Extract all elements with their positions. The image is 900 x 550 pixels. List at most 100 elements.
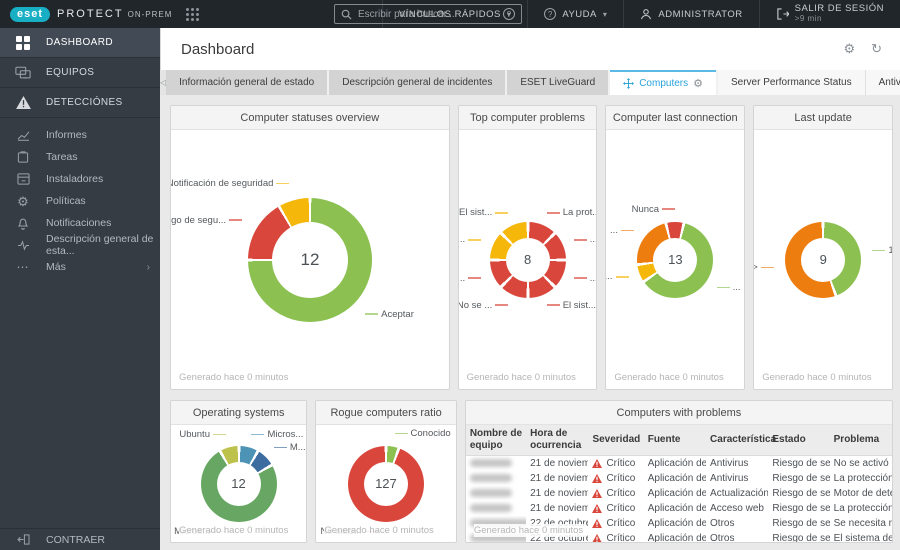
panel-title[interactable]: Last update — [754, 106, 892, 130]
tab-informacion-general[interactable]: Información general de estado — [166, 70, 328, 95]
sidebar-item-descripcion-general[interactable]: Descripción general de esta... — [0, 233, 160, 257]
donut-total: 9 — [801, 237, 846, 282]
sidebar-item-tareas[interactable]: Tareas — [0, 146, 160, 168]
tab-descripcion-incidentes[interactable]: Descripción general de incidentes — [329, 70, 506, 95]
slice-label: ... — [459, 273, 482, 284]
slice-label: ... — [573, 234, 596, 245]
product-edition: ON-PREM — [127, 9, 173, 19]
sidebar-item-dashboard[interactable]: DASHBOARD — [0, 28, 160, 58]
panel-title[interactable]: Computer last connection — [606, 106, 745, 130]
tab-settings-icon[interactable]: ⚙ — [693, 77, 703, 90]
generated-timestamp: Generado hace 0 minutos — [179, 371, 292, 384]
search-input[interactable] — [358, 8, 503, 20]
table-row[interactable]: 21 de noviemb...CríticoAplicación de s..… — [466, 501, 892, 516]
panel-title[interactable]: Computer statuses overview — [171, 106, 449, 130]
column-header[interactable]: Problema — [829, 425, 892, 456]
slice-label: Conocido — [394, 428, 451, 439]
column-header[interactable]: Estado — [768, 425, 830, 456]
search-icon — [341, 9, 352, 20]
generated-timestamp: Generado hace 0 minutos — [473, 524, 587, 537]
dashboard-settings-icon[interactable]: ⚙ — [843, 41, 855, 57]
slice-label: M... — [273, 442, 306, 453]
donut-chart-last-connection[interactable]: 13 Nunca... 1...... — [606, 130, 744, 389]
slice-label: ... — [716, 282, 741, 293]
slice-label: > — [754, 262, 774, 273]
sidebar-item-informes[interactable]: Informes — [0, 124, 160, 146]
tab-eset-liveguard[interactable]: ESET LiveGuard — [507, 70, 609, 95]
sidebar-item-politicas[interactable]: ⚙ Políticas — [0, 190, 160, 212]
critical-icon — [592, 489, 603, 498]
user-menu[interactable]: ADMINISTRATOR — [623, 0, 758, 28]
panel-title[interactable]: Operating systems — [171, 401, 307, 425]
column-header[interactable]: Característica — [706, 425, 776, 456]
policies-gear-icon: ⚙ — [17, 193, 29, 209]
slice-label: 1... — [606, 271, 629, 282]
donut-chart-last-update[interactable]: 9 1 > — [754, 130, 892, 389]
critical-icon — [592, 534, 602, 542]
logout-button[interactable]: SALIR DE SESIÓN >9 min — [758, 0, 900, 28]
slice-label: La prot... — [546, 207, 596, 218]
dashboard-icon — [0, 35, 46, 50]
tab-antivirus-detections[interactable]: Antivirus detections — [865, 70, 900, 95]
slice-label: Notificación de seguridad — [171, 178, 290, 189]
generated-timestamp: Generado hace 0 minutos — [466, 371, 579, 384]
generated-timestamp: Generado hace 0 minutos — [324, 524, 437, 537]
slice-label: Ubuntu — [179, 429, 226, 440]
slice-label: Riesgo de segu... — [171, 215, 243, 226]
redacted-computer-name — [469, 489, 512, 498]
panel-rogue-computers: Rogue computers ratio 127ConocidoNo auto… — [315, 400, 457, 543]
donut-total: 8 — [505, 237, 550, 282]
tab-computers[interactable]: Computers ⚙ — [610, 70, 716, 95]
column-header[interactable]: Severidad — [588, 425, 644, 456]
critical-icon — [592, 474, 603, 483]
reports-icon — [0, 130, 46, 141]
main-header: Dashboard ⚙ ↻ — [160, 28, 900, 70]
table-row[interactable]: 21 de noviemb...CríticoAplicación de s..… — [466, 486, 892, 501]
column-header[interactable]: Fuente — [643, 425, 707, 456]
panel-title[interactable]: Computers with problems — [465, 401, 892, 425]
sidebar-item-instaladores[interactable]: Instaladores — [0, 168, 160, 190]
collapse-icon — [0, 534, 46, 545]
slice-label: ... — [459, 234, 482, 245]
column-header[interactable]: Nombre de equipo — [465, 425, 527, 456]
slice-label: Aceptar — [365, 309, 414, 320]
sidebar-item-equipos[interactable]: EQUIPOS — [0, 58, 160, 88]
donut-chart-computer-statuses[interactable]: 12 Aceptar Riesgo de segu... Notificación d… — [171, 130, 449, 389]
donut-total: 13 — [653, 237, 698, 282]
dashboard-tabs: ◁ Información general de estado Descripc… — [160, 70, 900, 95]
panel-title[interactable]: Top computer problems — [458, 106, 597, 130]
panel-operating-systems: Operating systems 12Micros...M...Micros.… — [170, 400, 308, 543]
table-row[interactable]: 21 de noviemb...CríticoAplicación de s..… — [466, 456, 892, 472]
problems-table-header: Nombre de equipo Hora de ocurrencia Severi… — [465, 425, 892, 456]
panel-computer-statuses: Computer statuses overview 12 Aceptar Ries… — [170, 105, 450, 390]
bell-icon — [0, 217, 46, 230]
column-header[interactable]: Hora de ocurrencia — [526, 425, 589, 456]
sidebar-item-detecciones[interactable]: DETECCIÓNES — [0, 88, 160, 118]
panel-computer-last-connection: Computer last connection 13 Nunca... 1....… — [605, 105, 746, 390]
page-title: Dashboard — [181, 40, 255, 58]
warning-triangle-icon — [0, 96, 46, 109]
sidebar-item-notificaciones[interactable]: Notificaciones — [0, 212, 160, 234]
search-help-icon[interactable]: ? — [503, 8, 515, 20]
refresh-icon[interactable]: ↻ — [871, 41, 882, 57]
move-tab-icon[interactable] — [623, 78, 635, 89]
apps-grid-icon[interactable] — [186, 7, 200, 21]
table-row[interactable]: 21 de noviemb...CríticoAplicación de s..… — [466, 471, 892, 486]
slice-label: ... — [573, 273, 596, 284]
tab-server-performance[interactable]: Server Performance Status — [717, 70, 866, 95]
help-menu[interactable]: ? AYUDA ▾ — [527, 0, 623, 28]
sidebar-item-mas[interactable]: ⋯ Más › — [0, 256, 160, 278]
tasks-icon — [0, 151, 46, 163]
donut-total: 12 — [272, 221, 348, 298]
slice-label: El sist... — [459, 207, 509, 218]
generated-timestamp: Generado hace 0 minutos — [614, 371, 727, 384]
donut-chart-top-problems[interactable]: 8 La prot......... El sist... No se .......… — [459, 130, 597, 389]
collapse-sidebar-button[interactable]: CONTRAER — [0, 528, 160, 550]
panel-top-computer-problems: Top computer problems 8 La prot......... E… — [457, 105, 598, 390]
dashboard-content: Computer statuses overview 12 Aceptar Ries… — [160, 95, 900, 550]
search-box[interactable]: ? — [334, 4, 522, 24]
panel-computers-with-problems: Computers with problems Nombre de equipo… — [464, 400, 893, 543]
help-icon: ? — [544, 8, 557, 20]
panel-title[interactable]: Rogue computers ratio — [316, 401, 456, 425]
donut-total: 127 — [363, 461, 408, 506]
